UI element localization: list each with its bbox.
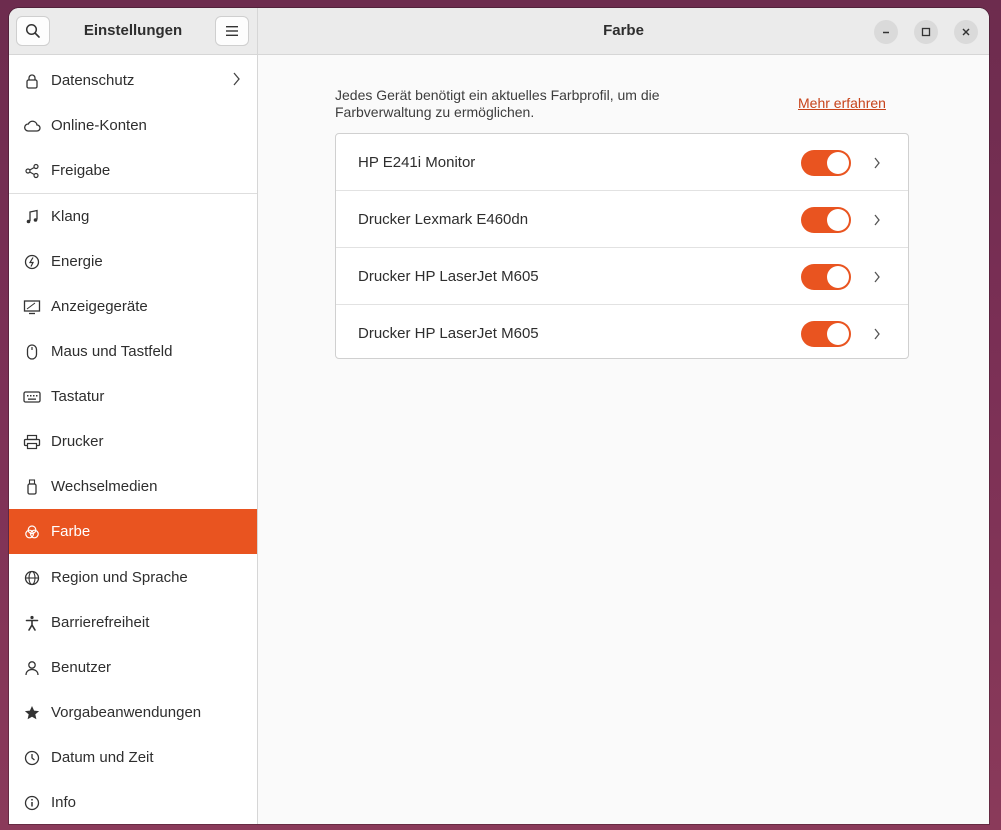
device-name: HP E241i Monitor [358,154,476,171]
sidebar-item-region-und-sprache[interactable]: Region und Sprache [9,555,257,600]
toggle-knob [827,152,849,174]
sidebar-item-label: Energie [51,253,103,270]
usb-drive-icon [23,478,41,496]
description-text: Jedes Gerät benötigt ein aktuelles Farbp… [335,87,660,120]
hamburger-menu-icon [226,26,238,36]
sidebar-item-online-konten[interactable]: Online-Konten [9,103,257,148]
sidebar-item-label: Freigabe [51,162,111,179]
device-row[interactable]: HP E241i Monitor [336,134,908,191]
chevron-right-icon[interactable] [873,156,881,174]
device-row[interactable]: Drucker HP LaserJet M605 [336,248,908,305]
info-icon [23,794,41,812]
sidebar-item-freigabe[interactable]: Freigabe [9,148,257,193]
learn-more-link[interactable]: Mehr erfahren [798,95,886,111]
search-button[interactable] [16,16,50,46]
share-icon [23,162,41,180]
sidebar-item-label: Tastatur [51,388,105,405]
sidebar-item-farbe[interactable]: Farbe [9,509,257,554]
device-list: HP E241i Monitor Drucker Lexmark E460dn … [335,133,909,359]
color-icon [23,523,41,541]
main-header: Farbe [258,8,989,55]
chevron-right-icon[interactable] [873,327,881,345]
display-icon [23,298,41,316]
sidebar-item-label: Maus und Tastfeld [51,343,173,360]
sidebar-item-label: Vorgabeanwendungen [51,704,202,721]
sidebar-item-info[interactable]: Info [9,780,257,824]
device-toggle[interactable] [801,150,851,176]
device-row[interactable]: Drucker Lexmark E460dn [336,191,908,248]
clock-icon [23,749,41,767]
printer-icon [23,433,41,451]
sidebar-item-anzeigegeraete[interactable]: Anzeigegeräte [9,284,257,329]
device-row[interactable]: Drucker HP LaserJet M605 [336,305,908,362]
sidebar-item-klang[interactable]: Klang [9,194,257,239]
sidebar-item-label: Datum und Zeit [51,749,154,766]
device-toggle[interactable] [801,321,851,347]
sidebar-item-datum-und-zeit[interactable]: Datum und Zeit [9,735,257,780]
accessibility-icon [23,614,41,632]
sidebar-item-wechselmedien[interactable]: Wechselmedien [9,464,257,509]
toggle-knob [827,209,849,231]
sidebar-item-label: Datenschutz [51,72,135,89]
lock-icon [23,72,41,90]
sidebar-item-label: Anzeigegeräte [51,298,148,315]
device-name: Drucker Lexmark E460dn [358,211,529,228]
sidebar-item-label: Klang [51,208,90,225]
chevron-right-icon[interactable] [873,270,881,288]
settings-window: Einstellungen Farbe Datenschutz Online-K… [9,8,989,824]
sidebar-item-label: Benutzer [51,659,112,676]
sidebar-item-label: Wechselmedien [51,478,158,495]
sidebar-item-barrierefreiheit[interactable]: Barrierefreiheit [9,600,257,645]
main-content: Jedes Gerät benötigt ein aktuelles Farbp… [258,55,989,824]
close-icon [962,28,970,36]
device-toggle[interactable] [801,264,851,290]
sidebar-item-label: Region und Sprache [51,569,188,586]
device-name: Drucker HP LaserJet M605 [358,325,539,342]
user-icon [23,659,41,677]
maximize-button[interactable] [914,20,938,44]
close-button[interactable] [954,20,978,44]
maximize-icon [921,27,931,37]
menu-button[interactable] [215,16,249,46]
sidebar-item-label: Farbe [51,523,91,540]
chevron-right-icon[interactable] [873,213,881,231]
sidebar-item-label: Info [51,794,77,811]
device-name: Drucker HP LaserJet M605 [358,268,539,285]
toggle-knob [827,266,849,288]
chevron-right-icon [231,71,241,91]
sidebar-item-label: Online-Konten [51,117,147,134]
minimize-icon [883,31,889,34]
sidebar-item-benutzer[interactable]: Benutzer [9,645,257,690]
device-toggle[interactable] [801,207,851,233]
minimize-button[interactable] [874,20,898,44]
music-note-icon [23,208,41,226]
sidebar-item-tastatur[interactable]: Tastatur [9,374,257,419]
power-icon [23,253,41,271]
sidebar-item-energie[interactable]: Energie [9,239,257,284]
globe-icon [23,569,41,587]
sidebar-item-datenschutz[interactable]: Datenschutz [9,58,257,103]
mouse-icon [23,343,41,361]
sidebar-title: Einstellungen [83,22,183,39]
cloud-icon [23,117,41,135]
sidebar-header: Einstellungen [9,8,258,55]
sidebar-item-drucker[interactable]: Drucker [9,419,257,464]
search-icon [25,23,40,38]
sidebar-item-label: Barrierefreiheit [51,614,150,631]
sidebar: Datenschutz Online-Konten Freigabe Klang [9,55,258,824]
star-icon [23,704,41,722]
keyboard-icon [23,388,41,406]
sidebar-item-vorgabeanwendungen[interactable]: Vorgabeanwendungen [9,690,257,735]
sidebar-item-maus-und-tastfeld[interactable]: Maus und Tastfeld [9,329,257,374]
sidebar-item-label: Drucker [51,433,104,450]
toggle-knob [827,323,849,345]
